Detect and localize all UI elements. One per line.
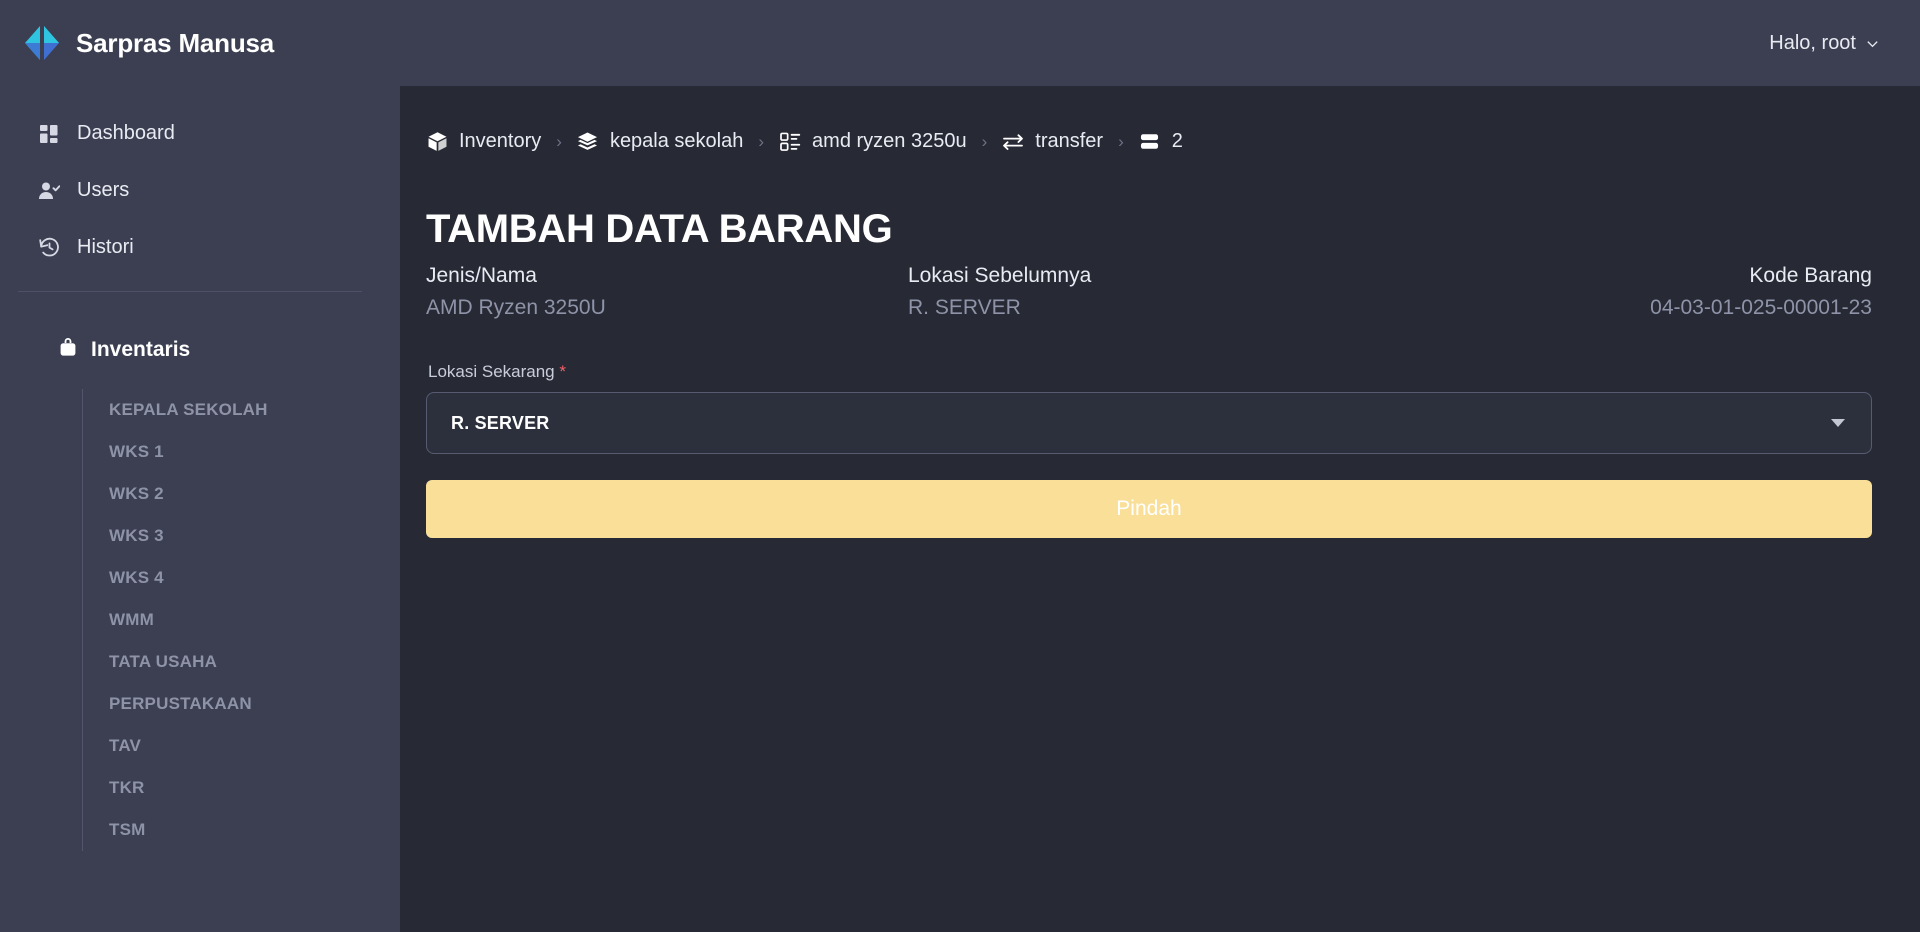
info-value: 04-03-01-025-00001-23 [1650, 296, 1872, 319]
breadcrumb-label: amd ryzen 3250u [812, 130, 967, 152]
user-greeting: Halo, root [1769, 31, 1856, 54]
sidebar-subitem-tata-usaha[interactable]: TATA USAHA [109, 641, 400, 683]
required-asterisk: * [559, 362, 566, 381]
info-jenis-nama: Jenis/Nama AMD Ryzen 3250U [426, 264, 908, 320]
sidebar-subitem-wks-2[interactable]: WKS 2 [109, 473, 400, 515]
breadcrumb-item-kepala-sekolah[interactable]: kepala sekolah [577, 130, 743, 153]
box-3d-icon [426, 131, 448, 153]
sidebar-subitem-tav[interactable]: TAV [109, 725, 400, 767]
sidebar-item-dashboard[interactable]: Dashboard [0, 112, 400, 155]
transfer-arrows-icon [1002, 131, 1024, 153]
sidebar-section-inventaris[interactable]: Inventaris [0, 336, 400, 363]
user-check-icon [38, 180, 60, 202]
app-root: Sarpras Manusa Halo, root Dashboard User… [0, 0, 1920, 932]
sidebar-subitem-tkr[interactable]: TKR [109, 767, 400, 809]
field-label-text: Lokasi Sekarang [428, 362, 555, 381]
info-kode-barang: Kode Barang 04-03-01-025-00001-23 [1390, 264, 1872, 320]
info-label: Lokasi Sebelumnya [908, 264, 1092, 287]
info-label: Kode Barang [1749, 264, 1872, 287]
main-content: Inventory › kepala sekolah › amd ryzen 3… [400, 86, 1920, 932]
breadcrumb: Inventory › kepala sekolah › amd ryzen 3… [426, 116, 1872, 153]
page-title: TAMBAH DATA BARANG [426, 207, 893, 251]
bag-icon [58, 336, 78, 363]
sidebar-subitem-perpustakaan[interactable]: PERPUSTAKAAN [109, 683, 400, 725]
sidebar-sublist: KEPALA SEKOLAH WKS 1 WKS 2 WKS 3 WKS 4 W… [82, 389, 400, 851]
info-value: AMD Ryzen 3250U [426, 296, 606, 319]
sidebar-item-histori[interactable]: Histori [0, 226, 400, 269]
breadcrumb-separator: › [981, 131, 988, 151]
sidebar-subitem-wks-3[interactable]: WKS 3 [109, 515, 400, 557]
breadcrumb-label: Inventory [459, 130, 542, 152]
breadcrumb-item-2[interactable]: 2 [1139, 130, 1183, 153]
chevron-down-icon[interactable] [1831, 419, 1845, 427]
lokasi-sekarang-select[interactable]: R. SERVER [426, 392, 1872, 454]
breadcrumb-label: 2 [1171, 130, 1183, 152]
breadcrumb-item-inventory[interactable]: Inventory [426, 130, 541, 153]
brand-name: Sarpras Manusa [76, 27, 275, 58]
breadcrumb-separator: › [1118, 131, 1124, 151]
sidebar-subitem-wks-4[interactable]: WKS 4 [109, 557, 400, 599]
breadcrumb-separator: › [556, 131, 562, 151]
select-value: R. SERVER [451, 412, 550, 433]
rows-icon [1139, 131, 1161, 153]
sidebar-subitem-tsm[interactable]: TSM [109, 809, 400, 851]
user-menu[interactable]: Halo, root [1765, 26, 1884, 61]
info-value: R. SERVER [908, 296, 1021, 319]
sidebar-divider [18, 291, 362, 292]
breadcrumb-item-transfer[interactable]: transfer [1002, 130, 1103, 153]
sidebar-item-label: Dashboard [77, 122, 175, 144]
sidebar-subitem-kepala-sekolah[interactable]: KEPALA SEKOLAH [109, 389, 400, 431]
info-label: Jenis/Nama [426, 264, 537, 287]
brand[interactable]: Sarpras Manusa [22, 23, 274, 63]
breadcrumb-separator: › [758, 131, 765, 151]
pindah-button[interactable]: Pindah [426, 480, 1872, 538]
body: Dashboard Users Histori Inventaris KEPAL… [0, 86, 1920, 932]
sidebar-item-users[interactable]: Users [0, 169, 400, 212]
sidebar-subitem-wmm[interactable]: WMM [109, 599, 400, 641]
breadcrumb-label: transfer [1035, 130, 1104, 152]
info-lokasi-sebelumnya: Lokasi Sebelumnya R. SERVER [908, 264, 1390, 320]
breadcrumb-label: kepala sekolah [609, 130, 744, 152]
top-header: Sarpras Manusa Halo, root [0, 0, 1920, 86]
sidebar-item-label: Users [77, 179, 130, 201]
clock-rewind-icon [38, 237, 60, 259]
layers-stack-icon [577, 131, 599, 153]
grid-dashboard-icon [38, 123, 60, 145]
sidebar-section-label: Inventaris [91, 337, 191, 361]
sidebar-subitem-wks-1[interactable]: WKS 1 [109, 431, 400, 473]
sidebar: Dashboard Users Histori Inventaris KEPAL… [0, 86, 400, 932]
lokasi-sekarang-label: Lokasi Sekarang * [428, 362, 1872, 382]
code-brackets-logo-icon [22, 23, 62, 63]
breadcrumb-item-amd-ryzen-3250u[interactable]: amd ryzen 3250u [779, 130, 967, 153]
item-info-row: Jenis/Nama AMD Ryzen 3250U Lokasi Sebelu… [426, 264, 1872, 320]
sidebar-item-label: Histori [77, 236, 134, 258]
chevron-down-icon [1865, 36, 1880, 51]
list-detail-icon [779, 131, 801, 153]
